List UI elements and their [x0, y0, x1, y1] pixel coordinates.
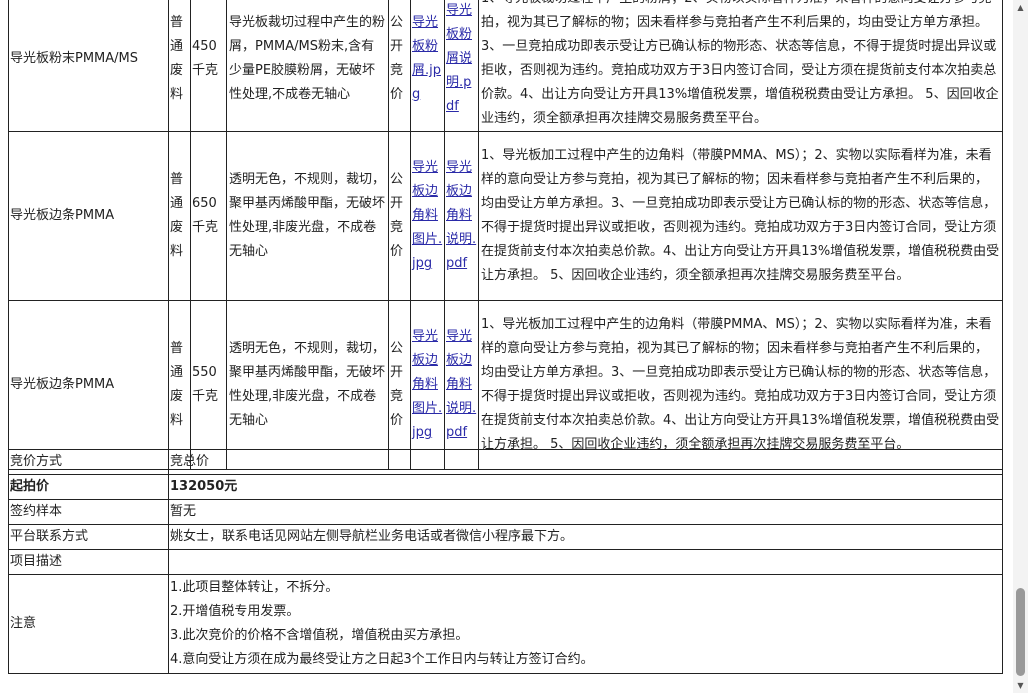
sample-value: 暂无 — [168, 499, 1003, 525]
info-row-bid-method: 竞价方式 竞总价 — [8, 449, 1003, 475]
page-content: 导光板粉末PMMA/MS 普通废料 450千克 导光板裁切过程中产生的粉屑，PM… — [0, 0, 1013, 693]
info-row-description: 项目描述 — [8, 549, 1003, 575]
start-price-label: 起拍价 — [8, 474, 169, 500]
start-price-value: 132050元 — [168, 474, 1003, 500]
lot-description: 透明无色，不规则，裁切，聚甲基丙烯酸甲酯，无破坏性处理,非废光盘，不成卷无轴心 — [226, 300, 389, 470]
lot-image-link[interactable]: 导光板边角料图片.jpg — [412, 329, 442, 440]
lot-doc-link[interactable]: 导光板边角料说明.pdf — [446, 329, 476, 440]
project-description-value — [168, 549, 1003, 575]
lot-row: 导光板边条PMMA 普通废料 650千克 透明无色，不规则，裁切，聚甲基丙烯酸甲… — [8, 131, 1003, 301]
bid-method-label: 竞价方式 — [8, 449, 169, 475]
lot-quantity: 450千克 — [190, 0, 227, 132]
lot-description: 透明无色，不规则，裁切，聚甲基丙烯酸甲酯，无破坏性处理,非废光盘，不成卷无轴心 — [226, 131, 389, 301]
lot-note: 1、导光板加工过程中产生的边角料（带膜PMMA、MS）；2、实物以实际看样为准，… — [478, 300, 1003, 470]
lot-name: 导光板边条PMMA — [8, 131, 169, 301]
notice-list: 1.此项目整体转让，不拆分。 2.开增值税专用发票。 3.此次竞价的价格不含增值… — [168, 574, 1003, 674]
lot-bid-mode: 公开竞价 — [388, 300, 411, 470]
lot-bid-mode: 公开竞价 — [388, 131, 411, 301]
lot-bid-mode: 公开竞价 — [388, 0, 411, 132]
lot-type: 普通废料 — [168, 300, 191, 470]
bid-method-value: 竞总价 — [168, 449, 1003, 475]
lot-type: 普通废料 — [168, 131, 191, 301]
lot-row: 导光板粉末PMMA/MS 普通废料 450千克 导光板裁切过程中产生的粉屑，PM… — [8, 0, 1003, 132]
vertical-scrollbar[interactable]: ▲ ▼ — [1013, 0, 1028, 693]
lot-image-link[interactable]: 导光板边角料图片.jpg — [412, 160, 442, 271]
lot-quantity: 550千克 — [190, 300, 227, 470]
lot-doc-link[interactable]: 导光板边角料说明.pdf — [446, 160, 476, 271]
lot-quantity: 650千克 — [190, 131, 227, 301]
scroll-up-icon[interactable]: ▲ — [1013, 0, 1028, 15]
notice-label: 注意 — [8, 574, 169, 674]
lot-doc-link[interactable]: 导光板粉屑说明.pdf — [446, 3, 472, 114]
project-description-label: 项目描述 — [8, 549, 169, 575]
project-info-table: 竞价方式 竞总价 起拍价 132050元 签约样本 暂无 平台联系方式 姚女士，… — [8, 449, 1003, 674]
info-row-sample: 签约样本 暂无 — [8, 499, 1003, 525]
lot-name: 导光板粉末PMMA/MS — [8, 0, 169, 132]
lot-note: 1、导光板加工过程中产生的边角料（带膜PMMA、MS）；2、实物以实际看样为准，… — [478, 131, 1003, 301]
lot-table: 导光板粉末PMMA/MS 普通废料 450千克 导光板裁切过程中产生的粉屑，PM… — [8, 0, 1003, 470]
scrollbar-thumb[interactable] — [1016, 588, 1025, 676]
lot-image-link[interactable]: 导光板粉屑.jpg — [412, 15, 441, 102]
scroll-down-icon[interactable]: ▼ — [1013, 678, 1028, 693]
lot-description: 导光板裁切过程中产生的粉屑，PMMA/MS粉末,含有少量PE胶膜粉屑，无破坏性处… — [226, 0, 389, 132]
info-row-notice: 注意 1.此项目整体转让，不拆分。 2.开增值税专用发票。 3.此次竞价的价格不… — [8, 574, 1003, 674]
lot-note: 1、导光板裁切过程中产生的粉屑；2、实物以实际看样为准，未看样的意向受让方参与竞… — [478, 0, 1003, 132]
lot-row: 导光板边条PMMA 普通废料 550千克 透明无色，不规则，裁切，聚甲基丙烯酸甲… — [8, 300, 1003, 470]
notice-item: 2.开增值税专用发票。 — [170, 604, 300, 619]
contact-label: 平台联系方式 — [8, 524, 169, 550]
contact-value: 姚女士，联系电话见网站左侧导航栏业务电话或者微信小程序最下方。 — [168, 524, 1003, 550]
notice-item: 4.意向受让方须在成为最终受让方之日起3个工作日内与转让方签订合约。 — [170, 652, 594, 667]
notice-item: 1.此项目整体转让，不拆分。 — [170, 580, 339, 595]
sample-label: 签约样本 — [8, 499, 169, 525]
lot-name: 导光板边条PMMA — [8, 300, 169, 470]
info-row-contact: 平台联系方式 姚女士，联系电话见网站左侧导航栏业务电话或者微信小程序最下方。 — [8, 524, 1003, 550]
lot-type: 普通废料 — [168, 0, 191, 132]
notice-item: 3.此次竞价的价格不含增值税，增值税由买方承担。 — [170, 628, 469, 643]
info-row-start-price: 起拍价 132050元 — [8, 474, 1003, 500]
